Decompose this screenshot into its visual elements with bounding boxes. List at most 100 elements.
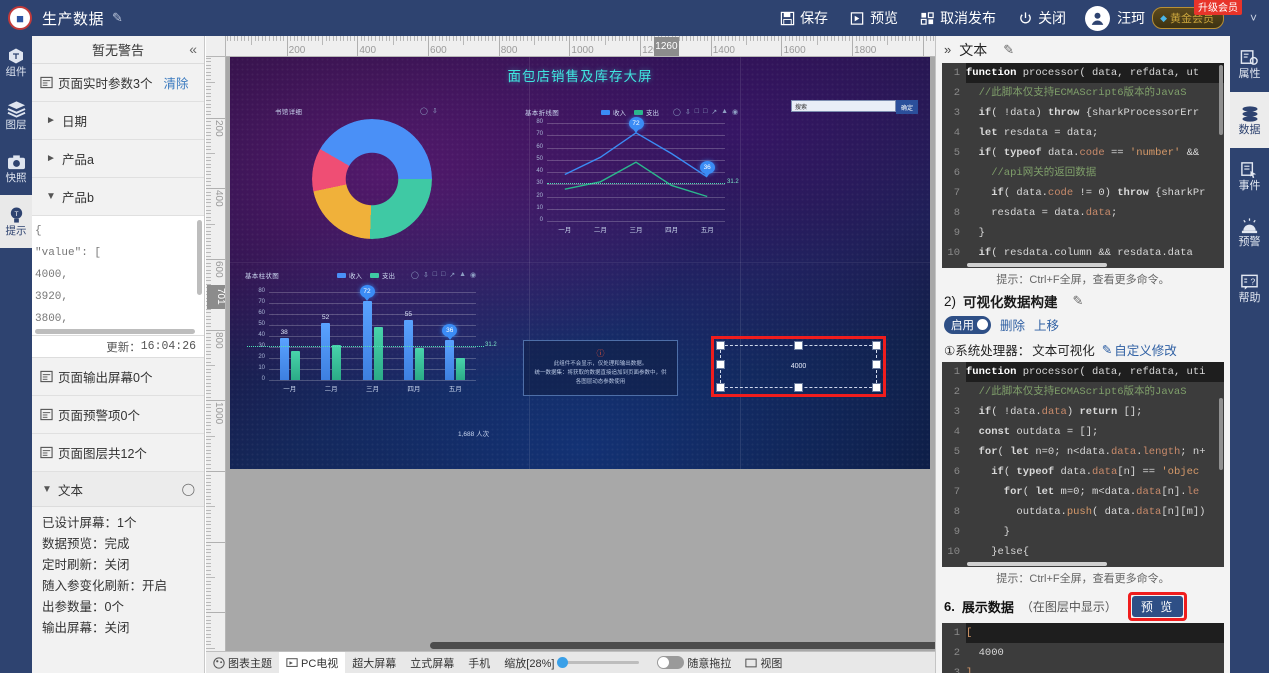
preview-data-button[interactable]: 预 览 bbox=[1131, 596, 1184, 617]
rail-item-snapshot[interactable]: 快照 bbox=[0, 142, 32, 195]
resize-handle-s[interactable] bbox=[794, 383, 803, 392]
bar[interactable] bbox=[279, 338, 289, 380]
bar-type-icon[interactable]: ▲ bbox=[721, 108, 728, 116]
step-2-edit-pencil-icon[interactable]: ✎ bbox=[1073, 293, 1084, 309]
zoom-icon[interactable]: □ bbox=[695, 108, 699, 116]
bar[interactable] bbox=[321, 322, 331, 380]
refresh-icon[interactable]: ◯ bbox=[411, 271, 419, 279]
zoom-icon[interactable]: □ bbox=[433, 271, 437, 279]
pie-chart-toolbar[interactable]: ◯ ⇩ bbox=[420, 107, 438, 115]
delete-button[interactable]: 删除 bbox=[1000, 315, 1025, 334]
code1-horizontal-scrollbar[interactable] bbox=[967, 263, 1107, 267]
bottom-item-vertical-screen[interactable]: 立式屏幕 bbox=[403, 652, 461, 673]
bar[interactable] bbox=[414, 348, 424, 380]
preview-data-button-wrap[interactable]: 预 览 bbox=[1127, 592, 1188, 621]
resize-handle-w[interactable] bbox=[716, 360, 725, 369]
enable-toggle[interactable]: 启用 bbox=[944, 315, 991, 334]
zoom-slider-knob[interactable] bbox=[557, 657, 569, 668]
dashboard-stage[interactable]: 面包店销售及库存大屏 书馆详细 ◯ ⇩ 确定 基本折线图 收入 bbox=[230, 57, 930, 469]
bottom-item-pc[interactable]: PC电视 bbox=[279, 652, 346, 673]
search-widget[interactable]: 确定 bbox=[791, 100, 918, 114]
move-up-button[interactable]: 上移 bbox=[1034, 315, 1059, 334]
preview-button[interactable]: 预览 bbox=[839, 0, 909, 36]
restore-icon[interactable]: □ bbox=[703, 108, 707, 116]
settings-icon[interactable]: ◉ bbox=[470, 271, 476, 279]
resize-handle-ne[interactable] bbox=[872, 341, 881, 350]
chevron-down-icon[interactable]: ˅ bbox=[1250, 11, 1257, 25]
rail-item-components[interactable]: 组件 bbox=[0, 36, 32, 89]
bottom-item-mobile[interactable]: 手机 bbox=[461, 652, 497, 673]
rail-item-tips[interactable]: T 提示 bbox=[0, 195, 32, 248]
title-edit-pencil-icon[interactable]: ✎ bbox=[112, 10, 123, 26]
resize-handle-sw[interactable] bbox=[716, 383, 725, 392]
zoom-slider[interactable] bbox=[557, 657, 640, 668]
resize-handle-n[interactable] bbox=[794, 341, 803, 350]
resize-handle-e[interactable] bbox=[872, 360, 881, 369]
rail-item-layers[interactable]: 图层 bbox=[0, 89, 32, 142]
param-tree-item-date[interactable]: ► 日期 bbox=[32, 102, 204, 140]
expand-corner-icon[interactable]: ◯ bbox=[182, 482, 195, 496]
bar[interactable] bbox=[290, 351, 300, 380]
output-screens-row[interactable]: 页面输出屏幕0个 bbox=[32, 358, 204, 396]
json-vertical-scrollbar[interactable] bbox=[197, 220, 202, 295]
pie-chart[interactable] bbox=[312, 119, 432, 239]
view-button[interactable]: 视图 bbox=[738, 652, 789, 673]
upgrade-tag[interactable]: 升级会员 bbox=[1193, 0, 1242, 15]
right-panel-edit-pencil-icon[interactable]: ✎ bbox=[1003, 42, 1014, 58]
selected-component[interactable]: 4000 bbox=[711, 336, 886, 397]
refresh-icon[interactable]: ◯ bbox=[420, 107, 428, 115]
refresh-icon[interactable]: ◯ bbox=[673, 108, 681, 116]
bottom-item-theme[interactable]: 图表主题 bbox=[206, 652, 279, 673]
rail-item-events[interactable]: 事件 bbox=[1230, 148, 1269, 204]
text-section-header[interactable]: ▼ 文本 ◯ bbox=[32, 472, 204, 507]
bar[interactable] bbox=[456, 358, 466, 380]
bar[interactable] bbox=[362, 300, 372, 380]
page-layers-row[interactable]: 页面图层共12个 bbox=[32, 434, 204, 472]
rail-item-help[interactable]: ? 帮助 bbox=[1230, 260, 1269, 316]
code2-vertical-scrollbar[interactable] bbox=[1219, 398, 1223, 470]
custom-modify-link[interactable]: 自定义修改 bbox=[1114, 340, 1177, 359]
horizontal-ruler[interactable]: 200 400 600 800 1000 1200 1400 1600 1800 1260 bbox=[226, 36, 935, 57]
vip-badge[interactable]: ◆ 黄金会员 升级会员 bbox=[1152, 0, 1242, 29]
line-chart-toolbar[interactable]: ◯ ⇩ □ □ ↗ ▲ ◉ bbox=[673, 108, 738, 116]
code1-vertical-scrollbar[interactable] bbox=[1219, 65, 1223, 135]
resize-handle-se[interactable] bbox=[872, 383, 881, 392]
double-chevron-left-icon[interactable]: « bbox=[189, 41, 197, 57]
param-tree-item-producta[interactable]: ► 产品a bbox=[32, 140, 204, 178]
download-icon[interactable]: ⇩ bbox=[423, 271, 429, 279]
search-input[interactable] bbox=[791, 100, 896, 112]
close-button[interactable]: 关闭 bbox=[1007, 0, 1077, 36]
avatar[interactable] bbox=[1085, 5, 1111, 31]
unpublish-button[interactable]: 取消发布 bbox=[909, 0, 1007, 36]
save-button[interactable]: 保存 bbox=[769, 0, 839, 36]
bar-type-icon[interactable]: ▲ bbox=[459, 271, 466, 279]
bar-chart-toolbar[interactable]: ◯ ⇩ □ □ ↗ ▲ ◉ bbox=[411, 271, 476, 279]
custom-modify-pencil-icon[interactable]: ✎ bbox=[1102, 342, 1112, 357]
double-chevron-right-icon[interactable]: » bbox=[944, 42, 951, 57]
canvas-horizontal-scrollbar[interactable] bbox=[430, 642, 935, 649]
bottom-item-xl-screen[interactable]: 超大屏幕 bbox=[345, 652, 403, 673]
resize-handle-nw[interactable] bbox=[716, 341, 725, 350]
realtime-params-row[interactable]: 页面实时参数3个 清除 bbox=[32, 64, 204, 102]
toggle-switch[interactable] bbox=[657, 656, 685, 669]
restore-icon[interactable]: □ bbox=[441, 271, 445, 279]
bar[interactable] bbox=[403, 319, 413, 380]
vertical-ruler[interactable]: 200 400 600 800 1000 701 bbox=[206, 57, 226, 673]
line-chart[interactable]: 基本折线图 收入 支出 ◯ ⇩ □ □ ↗ ▲ ◉ 0 10 20 30 40 … bbox=[525, 107, 739, 252]
param-tree-item-productb[interactable]: ▼ 产品b bbox=[32, 178, 204, 216]
bar[interactable] bbox=[332, 344, 342, 380]
download-icon[interactable]: ⇩ bbox=[685, 108, 691, 116]
clear-params-button[interactable]: 清除 bbox=[163, 73, 188, 92]
param-json-viewer[interactable]: { "value": [ 4000, 3920, 3800, 3890, bbox=[32, 216, 204, 336]
search-button[interactable]: 确定 bbox=[896, 100, 918, 114]
bar-chart[interactable]: 基本柱状图 收入 支出 ◯ ⇩ □ □ ↗ ▲ ◉ 0 10 20 30 40 … bbox=[245, 270, 497, 405]
rail-item-alarm[interactable]: 预警 bbox=[1230, 204, 1269, 260]
warning-items-row[interactable]: 页面预警项0个 bbox=[32, 396, 204, 434]
code-editor-2[interactable]: 1 function processor( data, refdata, uti 2… bbox=[942, 362, 1224, 567]
code-editor-1[interactable]: 1 function processor( data, refdata, ut 2 … bbox=[942, 63, 1224, 268]
auto-drag-toggle[interactable]: 随意拖拉 bbox=[650, 652, 738, 673]
settings-icon[interactable]: ◉ bbox=[732, 108, 738, 116]
rail-item-data[interactable]: 数据 bbox=[1230, 92, 1269, 148]
line-type-icon[interactable]: ↗ bbox=[711, 108, 717, 116]
rail-item-properties[interactable]: 属性 bbox=[1230, 36, 1269, 92]
